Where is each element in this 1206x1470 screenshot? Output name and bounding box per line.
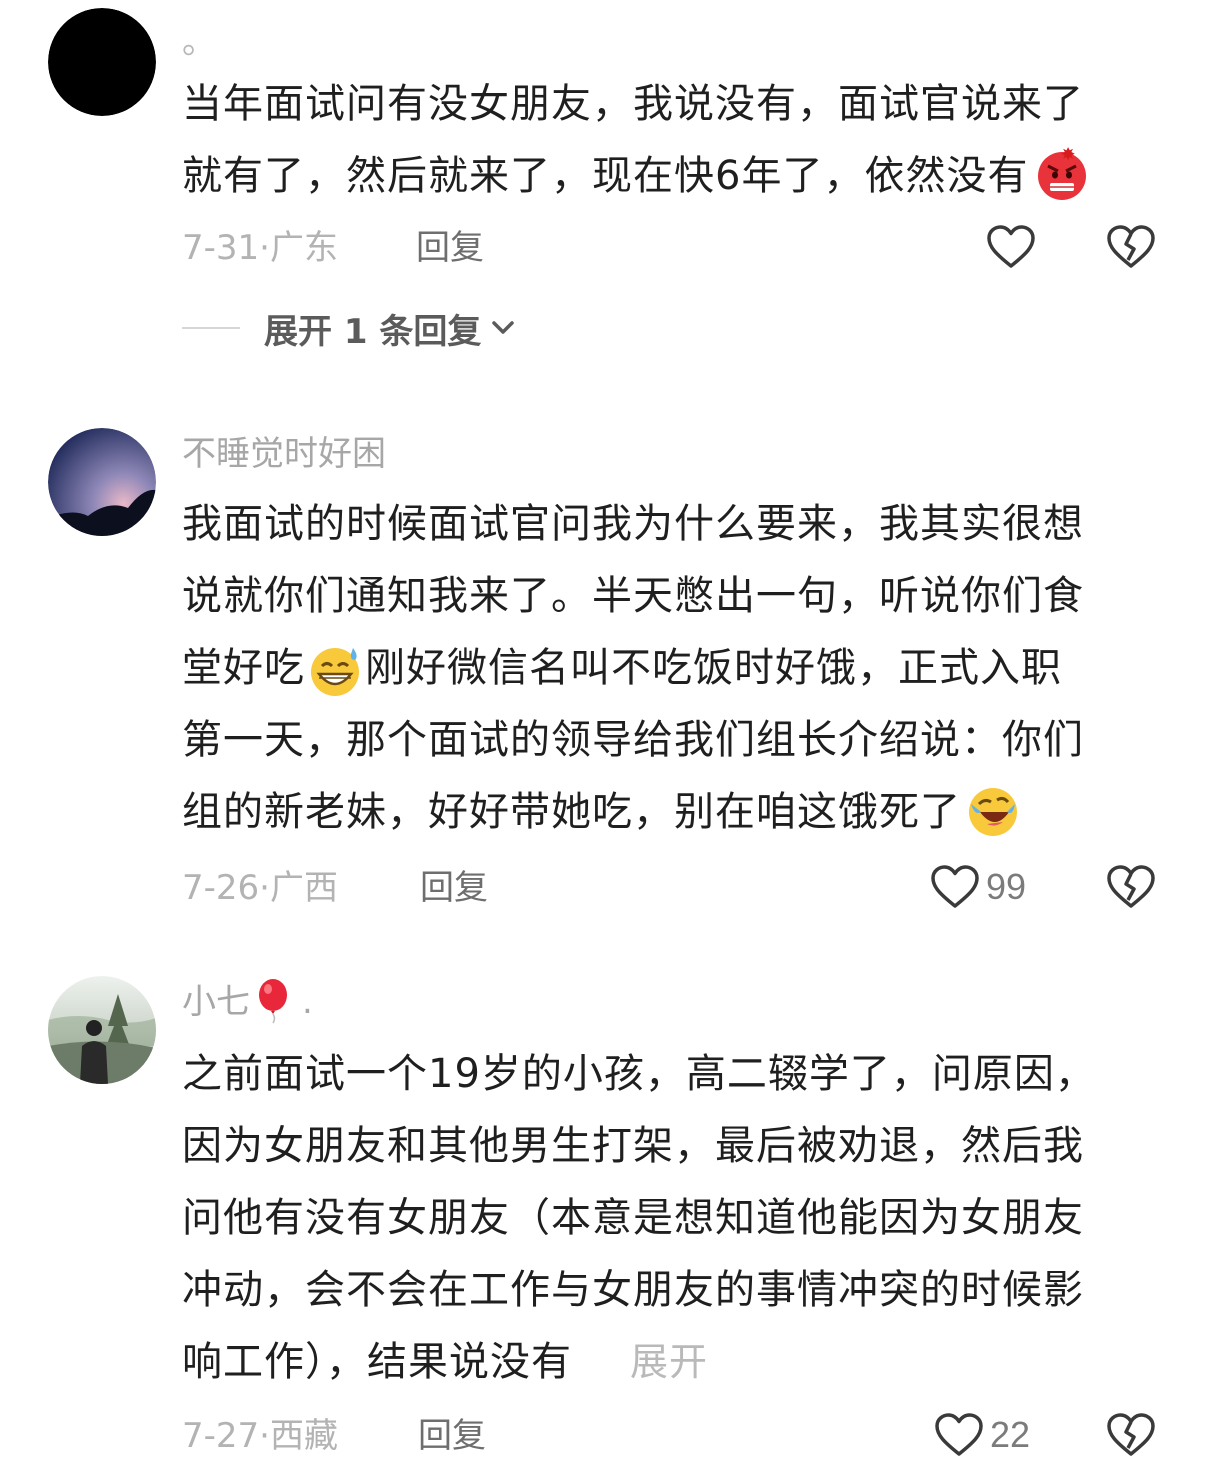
comment-location: 广东 (269, 228, 338, 268)
meta-separator: · (259, 1416, 270, 1456)
heart-icon (931, 865, 979, 908)
expand-replies-label: 展开 1 条回复 (264, 311, 482, 352)
comment-meta: 7-27·西藏 (182, 1416, 338, 1456)
comment-line: 问他有没有女朋友（本意是想知道他能因为女朋友 (182, 1195, 1084, 1241)
rolling-laugh-emoji (969, 788, 1017, 836)
meta-separator: · (259, 228, 270, 268)
comment-text: 我面试的时候面试官问我为什么要来，我其实很想 说就你们通知我来了。半天憋出一句，… (182, 488, 1157, 848)
username[interactable]: 不睡觉时好困 (182, 434, 386, 474)
reply-button[interactable]: 回复 (420, 868, 488, 908)
balloon-icon (259, 978, 287, 1023)
username-suffix: . (302, 982, 313, 1022)
comment-location: 西藏 (269, 1416, 338, 1456)
like-button[interactable]: 22 (934, 1410, 1030, 1460)
comment-line-text: 响工作），结果说没有 (182, 1339, 572, 1385)
comment-line: 堂好吃 刚好微信名叫不吃饭时好饿，正式入职 (182, 632, 1157, 704)
reply-button[interactable]: 回复 (416, 228, 484, 268)
meta-separator: · (259, 868, 270, 908)
grinning-sweat-emoji (311, 648, 359, 696)
expand-text-button[interactable]: 展开 (580, 1326, 709, 1398)
comment-meta: 7-31·广东 (182, 228, 338, 268)
comment-location: 广西 (269, 868, 338, 908)
comment-text: 当年面试问有没女朋友，我说没有，面试官说来了 就有了，然后就来了，现在快6年了，… (182, 68, 1157, 212)
like-count: 22 (990, 1414, 1031, 1455)
comment-line: 因为女朋友和其他男生打架，最后被劝退，然后我 (182, 1123, 1084, 1169)
comment-line-text: 堂好吃 (182, 645, 305, 691)
comment-line: 组的新老妹，好好带她吃，别在咱这饿死了 (182, 776, 1157, 848)
comment-text: 之前面试一个19岁的小孩，高二辍学了，问原因， 因为女朋友和其他男生打架，最后被… (182, 1038, 1157, 1398)
comment-line: 当年面试问有没女朋友，我说没有，面试官说来了 (182, 81, 1084, 127)
comment-line: 就有了，然后就来了，现在快6年了，依然没有 (182, 140, 1157, 212)
divider (182, 327, 240, 329)
username-text: 小七 (182, 982, 250, 1022)
avatar[interactable] (48, 976, 156, 1084)
comment-line-text: 刚好微信名叫不吃饭时好饿，正式入职 (365, 645, 1062, 691)
comment-line-text: 就有了，然后就来了，现在快6年了，依然没有 (182, 153, 1029, 199)
broken-heart-icon[interactable] (1106, 222, 1156, 272)
comment-line: 第一天，那个面试的领导给我们组长介绍说：你们 (182, 717, 1084, 763)
expand-replies-button[interactable]: 展开 1 条回复 (182, 308, 517, 352)
broken-heart-icon[interactable] (1106, 1410, 1156, 1460)
heart-icon (935, 1413, 983, 1456)
comment-line: 我面试的时候面试官问我为什么要来，我其实很想 (182, 501, 1084, 547)
angry-face-emoji (1038, 147, 1087, 200)
comment-date: 7-26 (182, 868, 260, 908)
comment-meta: 7-26·广西 (182, 868, 338, 908)
username[interactable]: 小七 . (182, 978, 313, 1024)
comment-date: 7-31 (182, 228, 260, 268)
comment-line: 响工作），结果说没有 展开 (182, 1326, 1157, 1398)
avatar[interactable] (48, 428, 156, 536)
heart-icon (987, 225, 1035, 268)
avatar[interactable] (48, 8, 156, 116)
broken-heart-icon[interactable] (1106, 862, 1156, 912)
like-button[interactable] (986, 222, 1036, 272)
like-count: 99 (986, 866, 1027, 907)
comment-line-text: 组的新老妹，好好带她吃，别在咱这饿死了 (182, 789, 961, 835)
comment-line: 说就你们通知我来了。半天憋出一句，听说你们食 (182, 573, 1084, 619)
like-button[interactable]: 99 (930, 862, 1026, 912)
username[interactable]: 。 (182, 22, 216, 62)
comment-date: 7-27 (182, 1416, 260, 1456)
chevron-down-icon (492, 321, 515, 334)
comment-line: 之前面试一个19岁的小孩，高二辍学了，问原因， (182, 1051, 1096, 1097)
comment-line: 冲动，会不会在工作与女朋友的事情冲突的时候影 (182, 1267, 1084, 1313)
reply-button[interactable]: 回复 (418, 1416, 486, 1456)
